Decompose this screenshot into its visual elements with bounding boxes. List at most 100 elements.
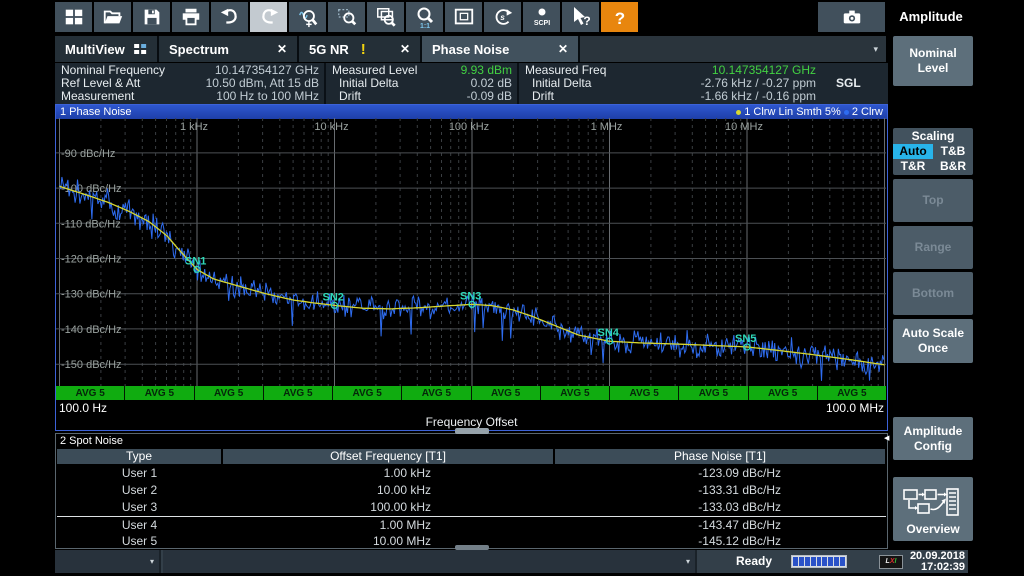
spot-noise-cell: 100.00 kHz xyxy=(224,499,431,516)
open-file-button[interactable] xyxy=(94,2,131,32)
instrument-screen: 1:1 s SCPI ? ? Amplitude MultiView Spect… xyxy=(0,0,1024,576)
spot-noise-cell: -133.03 dBc/Hz xyxy=(556,499,781,516)
spot-noise-markers: SN1SN2SN3SN4SN5 xyxy=(185,255,756,350)
multiple-zoom-button[interactable] xyxy=(367,2,404,32)
scaling-group: Scaling Auto T&B T&R B&R xyxy=(893,128,973,175)
bottom-button[interactable]: Bottom xyxy=(893,272,973,315)
spot-noise-row[interactable]: User 11.00 kHz-123.09 dBc/Hz xyxy=(57,465,886,482)
windows-button[interactable] xyxy=(55,2,92,32)
close-icon[interactable]: ✕ xyxy=(267,42,287,56)
avg-segment: AVG 5 xyxy=(125,386,193,400)
svg-text:SCPI: SCPI xyxy=(533,20,549,27)
spot-noise-cell: User 5 xyxy=(57,533,222,550)
time-label: 17:02:39 xyxy=(903,562,965,573)
info-tag xyxy=(816,90,884,103)
marker-label-SN4: SN4 xyxy=(598,327,620,339)
phase-noise-plot[interactable]: 1 kHz10 kHz100 kHz1 MHz10 MHz-90 dBc/Hz-… xyxy=(56,118,886,386)
amplitude-config-button[interactable]: Amplitude Config xyxy=(893,417,973,460)
spot-noise-cell: User 3 xyxy=(57,499,222,516)
trace2-label[interactable]: 2 Clrw xyxy=(852,105,883,119)
column-header-type[interactable]: Type xyxy=(57,449,221,464)
x-start-label: 100.0 Hz xyxy=(59,401,107,415)
zoom-signal-button[interactable] xyxy=(289,2,326,32)
avg-segment: AVG 5 xyxy=(679,386,747,400)
fit-screen-button[interactable] xyxy=(445,2,482,32)
undo-button[interactable] xyxy=(211,2,248,32)
spot-noise-row[interactable]: User 3100.00 kHz -133.03 dBc/Hz xyxy=(57,499,886,516)
close-icon[interactable]: ✕ xyxy=(548,42,568,56)
marker-label-SN5: SN5 xyxy=(735,333,756,345)
top-button[interactable]: Top xyxy=(893,179,973,222)
column-header-phase-noise[interactable]: Phase Noise [T1] xyxy=(555,449,885,464)
avg-segment: AVG 5 xyxy=(402,386,470,400)
zoom-selection-button[interactable] xyxy=(328,2,365,32)
tab-phase-noise[interactable]: Phase Noise ✕ xyxy=(422,36,580,62)
channel-info-bar: Nominal Frequency10.147354127 GHz Ref Le… xyxy=(55,63,888,104)
datetime-display: 20.09.2018 17:02:39 xyxy=(903,551,965,573)
avg-segment: AVG 5 xyxy=(195,386,263,400)
print-button[interactable] xyxy=(172,2,209,32)
tab-strip: ▾ xyxy=(580,36,886,62)
status-dropdown-message[interactable]: ▾ xyxy=(163,550,697,573)
tab-list-dropdown-icon[interactable]: ▾ xyxy=(873,44,878,55)
range-button[interactable]: Range xyxy=(893,226,973,269)
multiview-grid-icon xyxy=(133,42,147,56)
svg-text:1 kHz: 1 kHz xyxy=(180,121,208,133)
avg-segment: AVG 5 xyxy=(749,386,817,400)
window-title: 1 Phase Noise xyxy=(56,105,132,119)
redo-button[interactable] xyxy=(250,2,287,32)
help-button[interactable]: ? xyxy=(601,2,638,32)
save-button[interactable] xyxy=(133,2,170,32)
svg-text:100 kHz: 100 kHz xyxy=(449,121,489,133)
svg-text:-140 dBc/Hz: -140 dBc/Hz xyxy=(61,324,122,336)
avg-segment: AVG 5 xyxy=(818,386,886,400)
windows-icon xyxy=(62,6,86,28)
status-dropdown-left[interactable]: ▾ xyxy=(55,550,161,573)
zoom-1to1-button[interactable]: 1:1 xyxy=(406,2,443,32)
screenshot-camera-icon xyxy=(839,6,865,28)
info-col-measured-freq: Measured Freq10.147354127 GHz Initial De… xyxy=(519,63,888,104)
info-col-measured-level: Measured Level9.93 dBm Initial Delta0.02… xyxy=(326,63,516,104)
tab-multiview[interactable]: MultiView xyxy=(55,36,159,62)
info-col-nominal: Nominal Frequency10.147354127 GHz Ref Le… xyxy=(55,63,323,104)
context-help-button[interactable]: ? xyxy=(562,2,599,32)
tab-5g-nr[interactable]: 5G NR ! ✕ xyxy=(299,36,422,62)
window-title-bar: 1 Phase Noise 1 Clrw Lin Smth 5% 2 Clrw xyxy=(56,105,887,119)
single-sweep-button[interactable]: s xyxy=(484,2,521,32)
save-icon xyxy=(140,6,164,28)
marker-label-SN1: SN1 xyxy=(185,255,206,267)
scaling-option-auto[interactable]: Auto xyxy=(893,144,933,159)
nominal-level-button[interactable]: Nominal Level xyxy=(893,36,973,86)
auto-scale-once-button[interactable]: Auto Scale Once xyxy=(893,319,973,363)
svg-text:10 MHz: 10 MHz xyxy=(725,121,763,133)
spot-noise-row[interactable]: User 210.00 kHz-133.31 dBc/Hz xyxy=(57,482,886,499)
tab-spectrum[interactable]: Spectrum ✕ xyxy=(159,36,299,62)
overview-flow-icon xyxy=(903,488,963,520)
overview-label: Overview xyxy=(906,522,959,537)
column-header-offset-frequency[interactable]: Offset Frequency [T1] xyxy=(223,449,553,464)
screenshot-button[interactable] xyxy=(818,2,885,32)
close-icon[interactable]: ✕ xyxy=(390,42,410,56)
avg-segment: AVG 5 xyxy=(56,386,124,400)
svg-text:-110 dBc/Hz: -110 dBc/Hz xyxy=(61,218,121,230)
overview-button[interactable]: Overview xyxy=(893,477,973,541)
scaling-option-tr[interactable]: T&R xyxy=(893,159,933,174)
spot-noise-cell: 1.00 MHz xyxy=(224,517,431,534)
sidebar-header: Amplitude xyxy=(888,0,974,32)
svg-text:?: ? xyxy=(583,14,590,28)
scaling-header: Scaling xyxy=(893,128,973,144)
scaling-option-tb[interactable]: T&B xyxy=(933,144,973,159)
print-icon xyxy=(179,6,203,28)
dropdown-arrow-icon: ▾ xyxy=(150,557,154,566)
x-stop-label: 100.0 MHz xyxy=(826,401,884,415)
splitter-handle[interactable] xyxy=(455,428,489,434)
info-value: -0.09 dB xyxy=(467,90,512,103)
spot-noise-window: 2 Spot Noise Type Offset Frequency [T1] … xyxy=(55,433,888,549)
svg-text:-150 dBc/Hz: -150 dBc/Hz xyxy=(61,359,122,371)
svg-text:-120 dBc/Hz: -120 dBc/Hz xyxy=(61,254,122,266)
trace1-dot-icon xyxy=(736,110,741,115)
spot-noise-row[interactable]: User 41.00 MHz-143.47 dBc/Hz xyxy=(57,516,886,534)
scpi-recorder-button[interactable]: SCPI xyxy=(523,2,560,32)
scaling-option-br[interactable]: B&R xyxy=(933,159,973,174)
trace1-label[interactable]: 1 Clrw Lin Smth 5% xyxy=(744,105,841,119)
